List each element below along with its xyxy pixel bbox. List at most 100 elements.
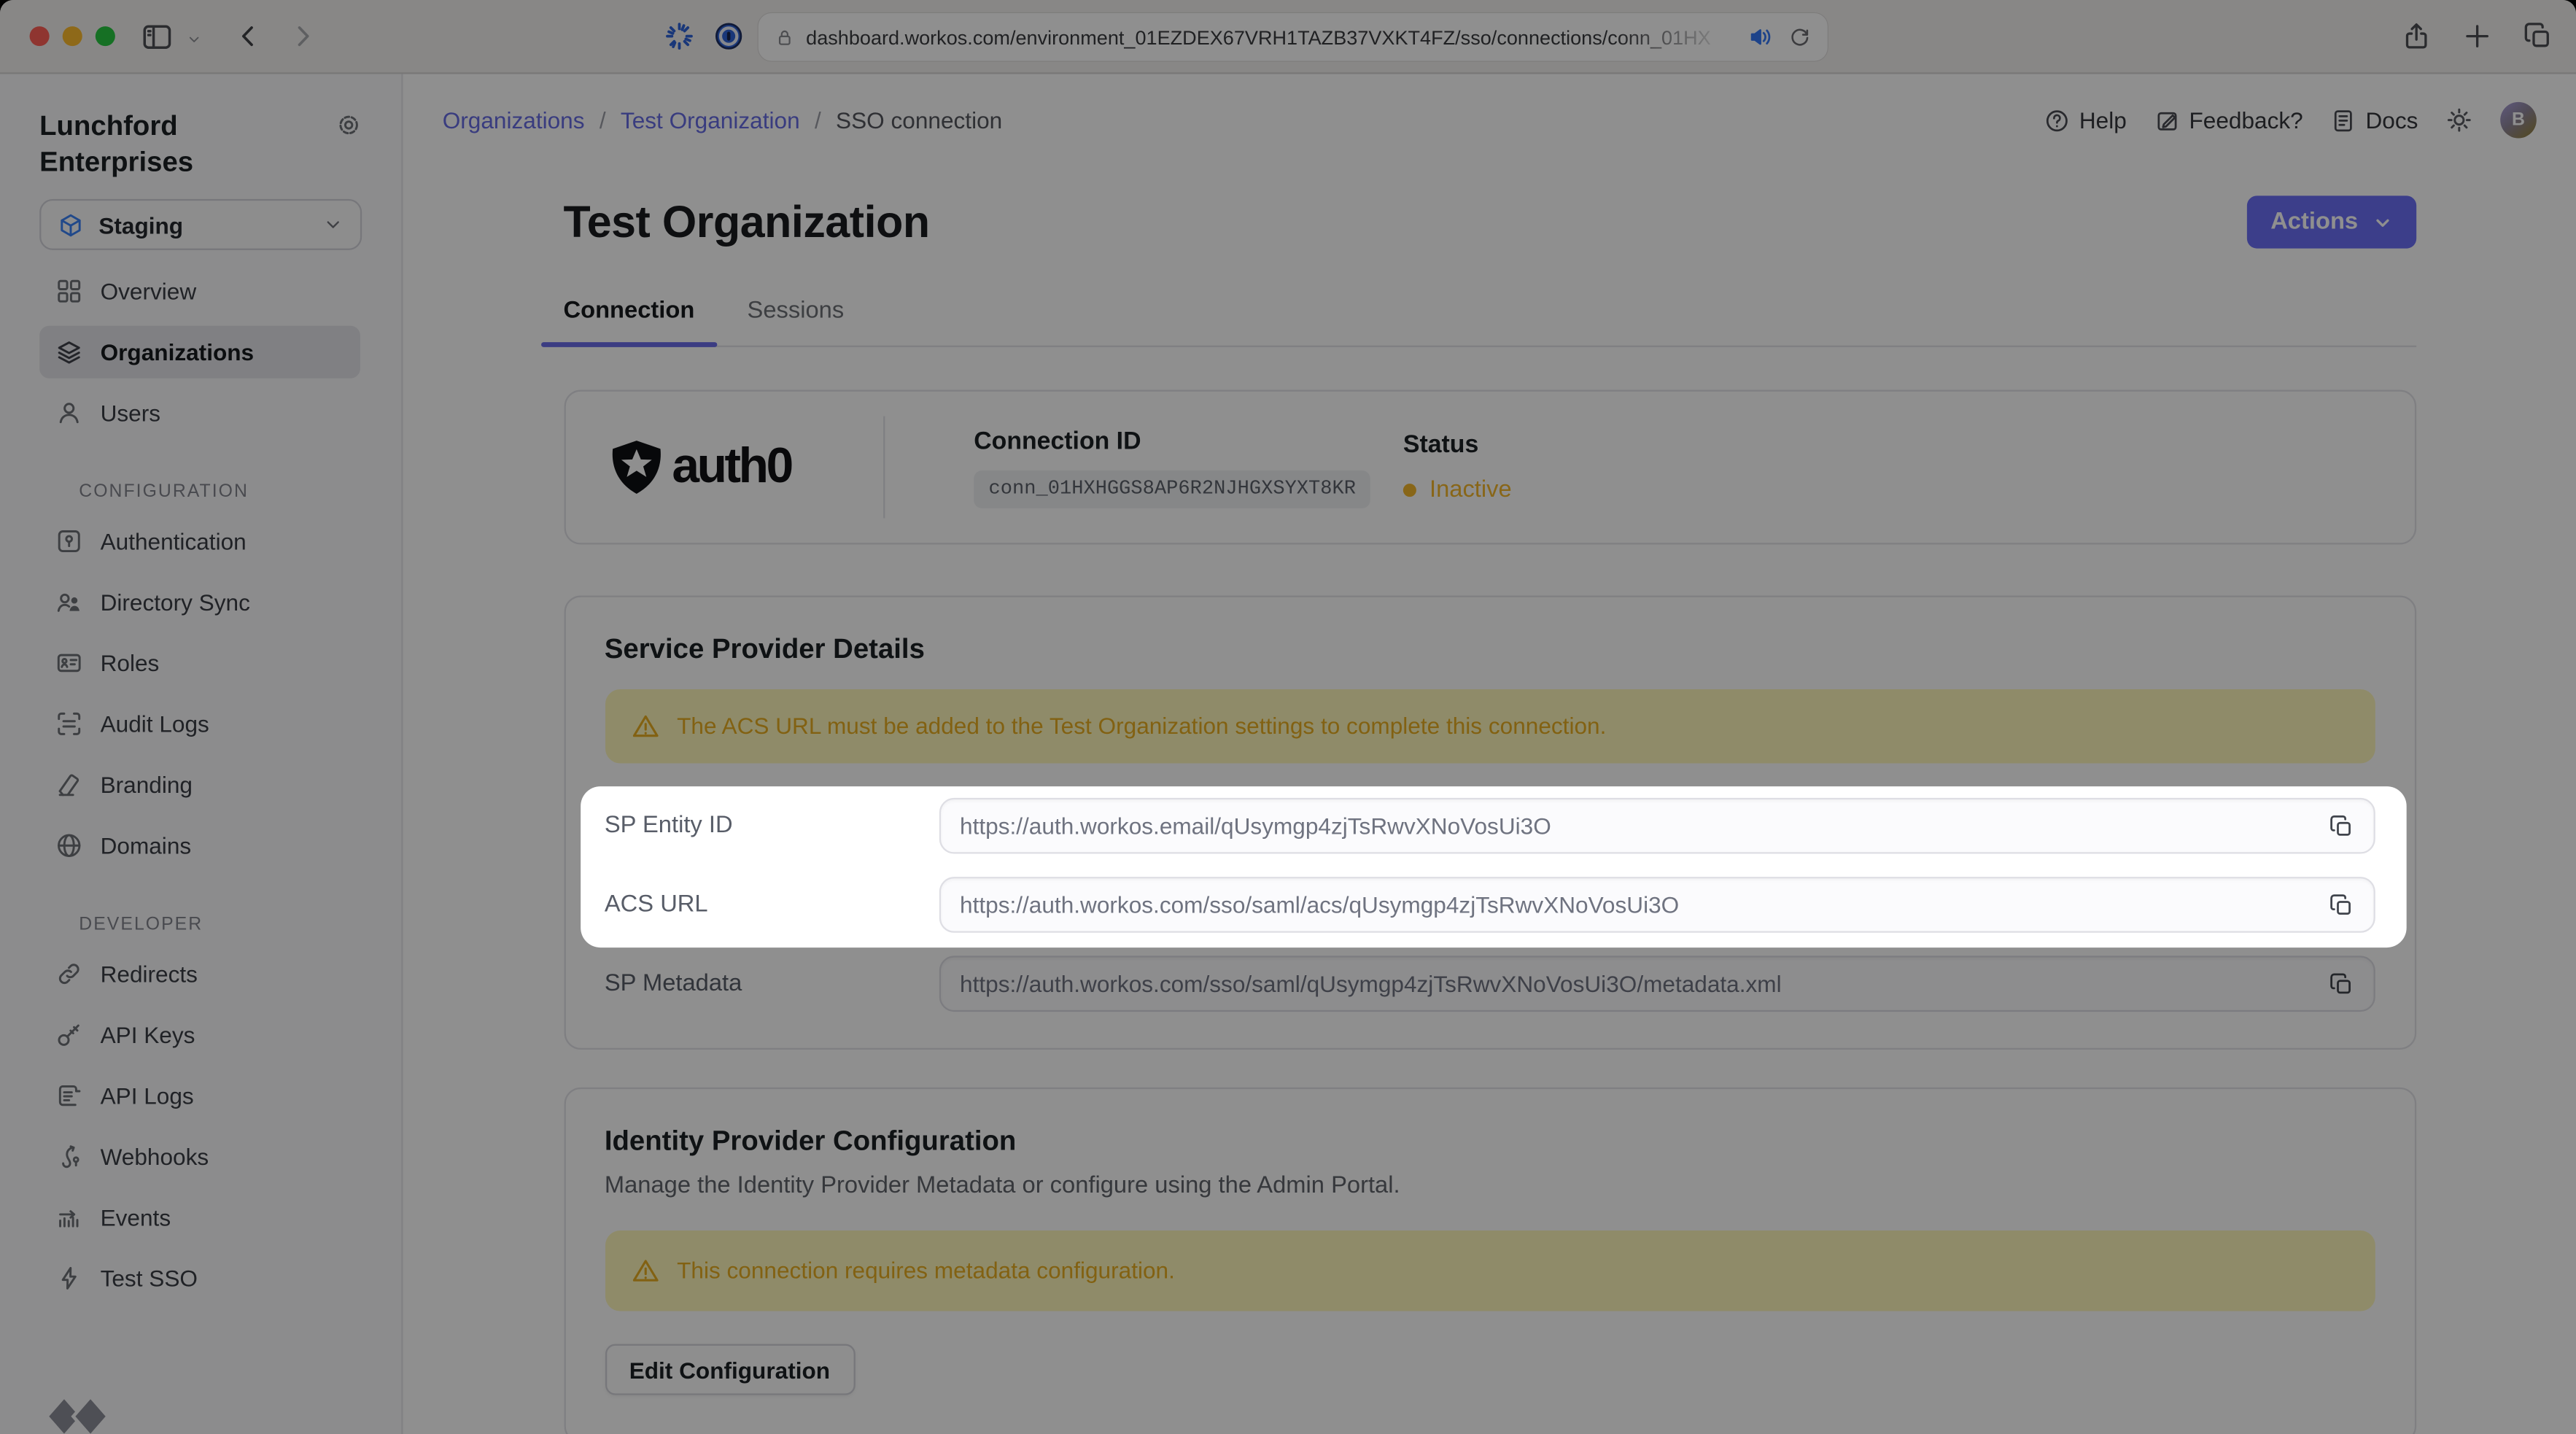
page-title: Test Organization bbox=[563, 196, 930, 247]
breadcrumb-test-organization[interactable]: Test Organization bbox=[621, 107, 800, 133]
link-icon bbox=[56, 961, 82, 987]
sp-entity-id-row: SP Entity ID https://auth.workos.email/q… bbox=[604, 797, 2375, 854]
sp-metadata-value: https://auth.workos.com/sso/saml/qUsymgp… bbox=[960, 970, 1782, 997]
sp-metadata-row: SP Metadata https://auth.workos.com/sso/… bbox=[605, 956, 2375, 1012]
sidebar-item-domains[interactable]: Domains bbox=[39, 819, 360, 872]
help-button[interactable]: Help bbox=[2044, 106, 2127, 133]
docs-label: Docs bbox=[2365, 106, 2418, 133]
theme-toggle[interactable] bbox=[2446, 107, 2472, 133]
back-button[interactable] bbox=[236, 23, 262, 50]
sidebar-item-directory-sync[interactable]: Directory Sync bbox=[39, 575, 360, 628]
new-tab-icon[interactable] bbox=[2462, 21, 2492, 51]
audio-playing-icon[interactable] bbox=[1748, 25, 1773, 50]
cube-icon bbox=[58, 212, 84, 238]
sidebar: Lunchford Enterprises Staging Overview O… bbox=[0, 74, 403, 1434]
sidebar-item-label: Branding bbox=[100, 771, 193, 798]
help-label: Help bbox=[2079, 106, 2127, 133]
sp-entity-id-field[interactable]: https://auth.workos.email/qUsymgp4zjTsRw… bbox=[938, 797, 2375, 854]
environment-label: Staging bbox=[98, 211, 184, 238]
service-provider-card: Service Provider Details The ACS URL mus… bbox=[563, 595, 2416, 1050]
section-header-developer: DEVELOPER bbox=[79, 915, 203, 935]
sidebar-item-label: Directory Sync bbox=[100, 589, 250, 616]
sidebar-item-events[interactable]: Events bbox=[39, 1191, 360, 1244]
sidebar-item-roles[interactable]: Roles bbox=[39, 637, 360, 689]
sidebar-item-api-logs[interactable]: API Logs bbox=[39, 1069, 360, 1122]
help-circle-icon bbox=[2044, 108, 2069, 133]
sidebar-item-organizations[interactable]: Organizations bbox=[39, 325, 360, 379]
identity-provider-description: Manage the Identity Provider Metadata or… bbox=[604, 1173, 1400, 1200]
grid-icon bbox=[56, 278, 82, 304]
sidebar-toggle-icon[interactable] bbox=[141, 21, 173, 53]
edit-configuration-button[interactable]: Edit Configuration bbox=[604, 1344, 855, 1395]
layers-icon bbox=[56, 339, 82, 365]
sidebar-item-audit-logs[interactable]: Audit Logs bbox=[39, 697, 360, 750]
sidebar-item-redirects[interactable]: Redirects bbox=[39, 947, 360, 1000]
breadcrumb-organizations[interactable]: Organizations bbox=[443, 107, 585, 133]
scroll-icon bbox=[56, 1082, 82, 1109]
environment-selector[interactable]: Staging bbox=[39, 198, 362, 250]
identity-provider-card: Identity Provider Configuration Manage t… bbox=[563, 1087, 2416, 1434]
sidebar-item-webhooks[interactable]: Webhooks bbox=[39, 1130, 360, 1182]
actions-button[interactable]: Actions bbox=[2247, 195, 2416, 249]
sp-metadata-field[interactable]: https://auth.workos.com/sso/saml/qUsymgp… bbox=[938, 956, 2375, 1012]
tab-sessions[interactable]: Sessions bbox=[748, 284, 845, 345]
connection-summary-card: auth0 Connection ID conn_01HXHGGS8AP6R2N… bbox=[563, 389, 2416, 545]
sidebar-item-label: Roles bbox=[100, 649, 160, 676]
warning-icon bbox=[631, 713, 659, 740]
acs-url-field[interactable]: https://auth.workos.com/sso/saml/acs/qUs… bbox=[938, 877, 2375, 933]
copy-icon[interactable] bbox=[2329, 893, 2354, 918]
sidebar-item-test-sso[interactable]: Test SSO bbox=[39, 1252, 360, 1304]
audit-scan-icon bbox=[56, 710, 82, 737]
share-icon[interactable] bbox=[2402, 21, 2432, 51]
breadcrumb-separator: / bbox=[599, 106, 606, 133]
address-bar[interactable]: dashboard.workos.com/environment_01EZDEX… bbox=[758, 13, 1828, 61]
sidebar-item-label: Authentication bbox=[100, 527, 247, 555]
status-badge: Inactive bbox=[1403, 477, 1512, 503]
acs-warning-banner: The ACS URL must be added to the Test Or… bbox=[604, 689, 2375, 764]
bolt-icon bbox=[56, 1265, 82, 1291]
copy-icon[interactable] bbox=[2329, 972, 2354, 996]
gear-icon[interactable] bbox=[335, 112, 362, 138]
sidebar-item-label: Audit Logs bbox=[100, 710, 209, 737]
feedback-button[interactable]: Feedback? bbox=[2154, 107, 2303, 133]
copy-icon[interactable] bbox=[2329, 813, 2354, 838]
tab-connection[interactable]: Connection bbox=[540, 284, 718, 347]
user-icon bbox=[56, 400, 82, 426]
acs-url-label: ACS URL bbox=[604, 891, 708, 918]
acs-url-value: https://auth.workos.com/sso/saml/acs/qUs… bbox=[960, 891, 1680, 918]
sidebar-item-overview[interactable]: Overview bbox=[39, 265, 360, 317]
extension-spinner-icon[interactable] bbox=[664, 21, 694, 51]
close-window-button[interactable] bbox=[29, 26, 50, 47]
traffic-lights[interactable] bbox=[29, 26, 115, 47]
chevron-down-icon[interactable] bbox=[186, 31, 203, 48]
forward-button[interactable] bbox=[290, 23, 316, 50]
onepassword-extension-icon[interactable] bbox=[714, 21, 744, 51]
avatar[interactable]: B bbox=[2500, 101, 2537, 139]
sidebar-item-label: Domains bbox=[100, 832, 192, 859]
acs-url-row: ACS URL https://auth.workos.com/sso/saml… bbox=[605, 877, 2375, 933]
swatch-icon bbox=[56, 772, 82, 798]
url-text: dashboard.workos.com/environment_01EZDEX… bbox=[806, 25, 1711, 49]
minimize-window-button[interactable] bbox=[62, 26, 82, 47]
reload-icon[interactable] bbox=[1788, 26, 1812, 49]
zoom-window-button[interactable] bbox=[95, 26, 115, 47]
status-label: Status bbox=[1403, 430, 1479, 460]
auth0-logo: auth0 bbox=[605, 434, 794, 500]
divider bbox=[883, 416, 885, 519]
breadcrumb-separator: / bbox=[814, 106, 821, 133]
sidebar-item-branding[interactable]: Branding bbox=[39, 759, 360, 811]
sidebar-item-authentication[interactable]: Authentication bbox=[39, 515, 360, 567]
connection-id-value[interactable]: conn_01HXHGGS8AP6R2NJHGXSYXT8KR bbox=[974, 469, 1371, 508]
sp-entity-id-label: SP Entity ID bbox=[604, 813, 733, 840]
actions-label: Actions bbox=[2270, 209, 2359, 236]
browser-window: dashboard.workos.com/environment_01EZDEX… bbox=[0, 0, 2576, 1434]
sidebar-item-users[interactable]: Users bbox=[39, 387, 360, 439]
tab-overview-icon[interactable] bbox=[2523, 21, 2553, 51]
id-card-icon bbox=[56, 650, 82, 676]
section-header-configuration: CONFIGURATION bbox=[79, 481, 249, 502]
sidebar-item-api-keys[interactable]: API Keys bbox=[39, 1009, 360, 1061]
sp-entity-id-value: https://auth.workos.email/qUsymgp4zjTsRw… bbox=[960, 813, 1551, 840]
lock-icon bbox=[775, 27, 794, 47]
docs-button[interactable]: Docs bbox=[2331, 107, 2418, 133]
identity-provider-title: Identity Provider Configuration bbox=[604, 1125, 1017, 1157]
